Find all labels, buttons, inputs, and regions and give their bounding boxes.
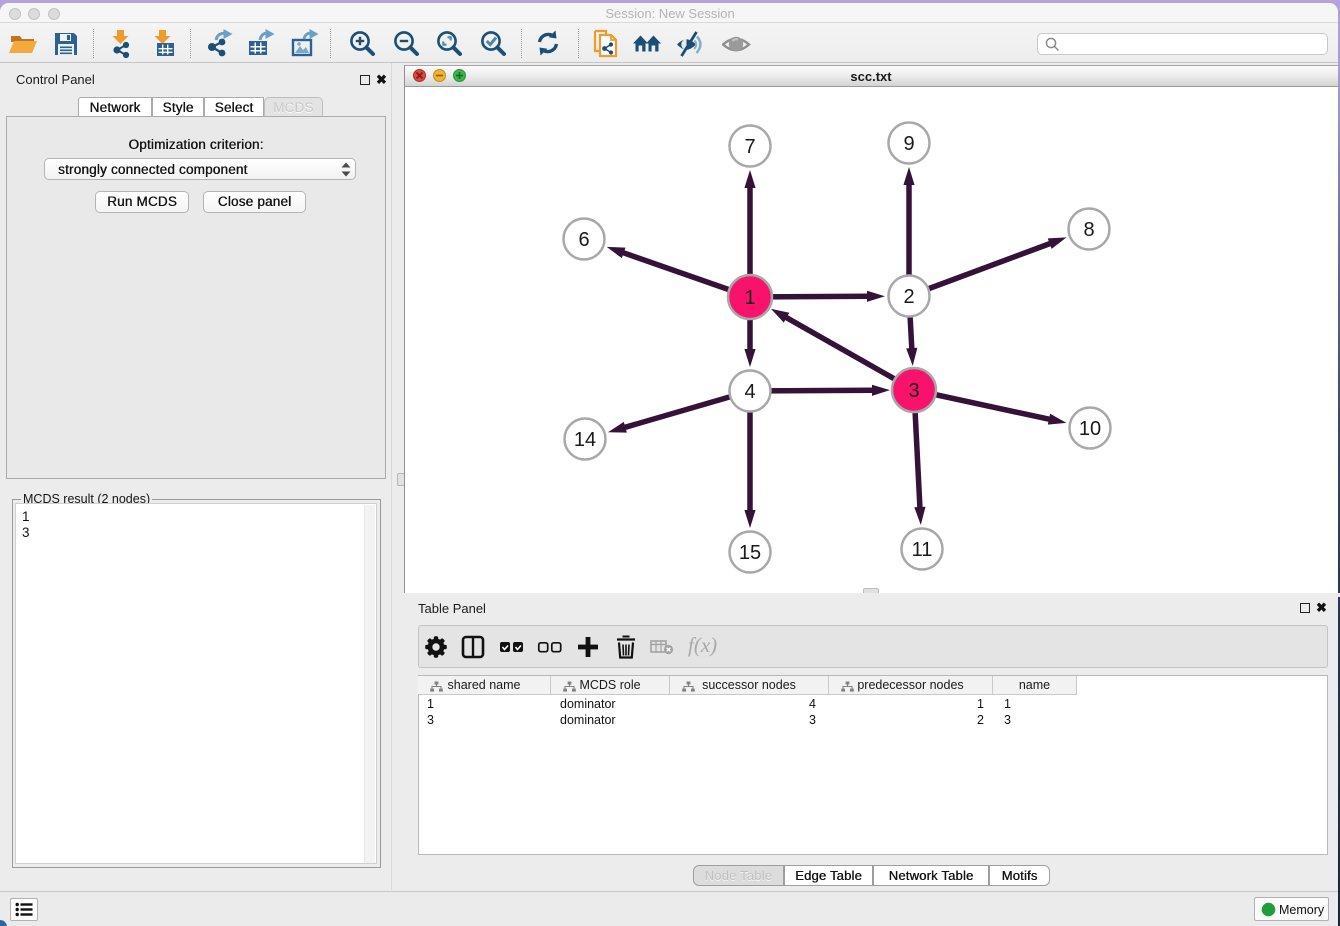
svg-text:3: 3 xyxy=(908,380,919,402)
svg-text:10: 10 xyxy=(1079,418,1101,440)
svg-text:11: 11 xyxy=(912,539,933,561)
svg-text:8: 8 xyxy=(1083,219,1094,241)
svg-text:2: 2 xyxy=(903,286,914,308)
svg-text:4: 4 xyxy=(744,381,755,403)
svg-text:14: 14 xyxy=(574,429,596,451)
svg-text:1: 1 xyxy=(744,287,755,309)
svg-text:9: 9 xyxy=(903,133,914,155)
svg-text:7: 7 xyxy=(744,136,755,158)
svg-text:15: 15 xyxy=(739,542,761,564)
svg-text:6: 6 xyxy=(578,229,589,251)
